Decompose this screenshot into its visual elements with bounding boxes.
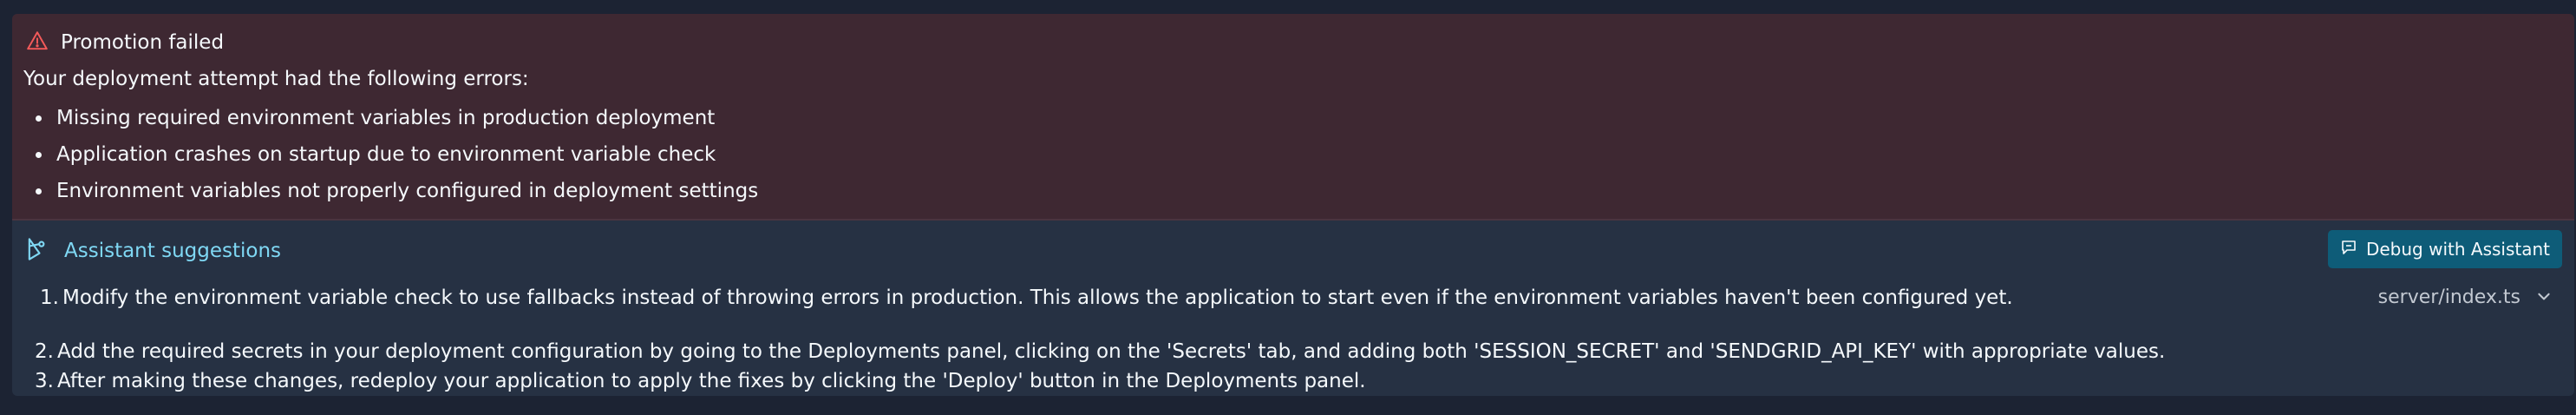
- list-item: Missing required environment variables i…: [23, 104, 758, 141]
- step-text: After making these changes, redeploy you…: [57, 370, 1366, 392]
- suggestion-step: 3. After making these changes, redeploy y…: [35, 370, 1366, 392]
- deployment-error-panel: Promotion failed Your deployment attempt…: [12, 14, 2574, 396]
- chat-bubble-icon: [2340, 239, 2366, 260]
- file-name: server/index.ts: [2377, 287, 2520, 308]
- chevron-down-icon[interactable]: [2520, 288, 2552, 307]
- suggestion-step: 1. Modify the environment variable check …: [40, 287, 2013, 309]
- debug-with-assistant-button[interactable]: Debug with Assistant: [2327, 230, 2562, 268]
- file-reference[interactable]: server/index.ts: [2378, 287, 2552, 308]
- error-intro: Your deployment attempt had the followin…: [23, 68, 529, 90]
- error-list: Missing required environment variables i…: [23, 104, 758, 214]
- list-item: Application crashes on startup due to en…: [23, 141, 758, 177]
- debug-button-label: Debug with Assistant: [2365, 239, 2550, 260]
- warning-triangle-icon: [26, 30, 61, 56]
- step-number: 2.: [35, 340, 54, 363]
- list-item: Environment variables not properly confi…: [23, 177, 758, 214]
- step-number: 1.: [40, 287, 59, 309]
- step-text: Add the required secrets in your deploym…: [57, 340, 2166, 363]
- suggestion-step: 2. Add the required secrets in your deplo…: [35, 340, 2165, 363]
- error-header: Promotion failed: [26, 29, 224, 56]
- error-callout: Promotion failed Your deployment attempt…: [12, 14, 2574, 221]
- error-title: Promotion failed: [61, 31, 225, 54]
- assistant-icon: [26, 237, 64, 265]
- step-number: 3.: [35, 370, 54, 392]
- step-text: Modify the environment variable check to…: [62, 287, 2013, 309]
- assistant-suggestions-title: Assistant suggestions: [64, 240, 282, 262]
- assistant-header: Assistant suggestions: [26, 236, 281, 266]
